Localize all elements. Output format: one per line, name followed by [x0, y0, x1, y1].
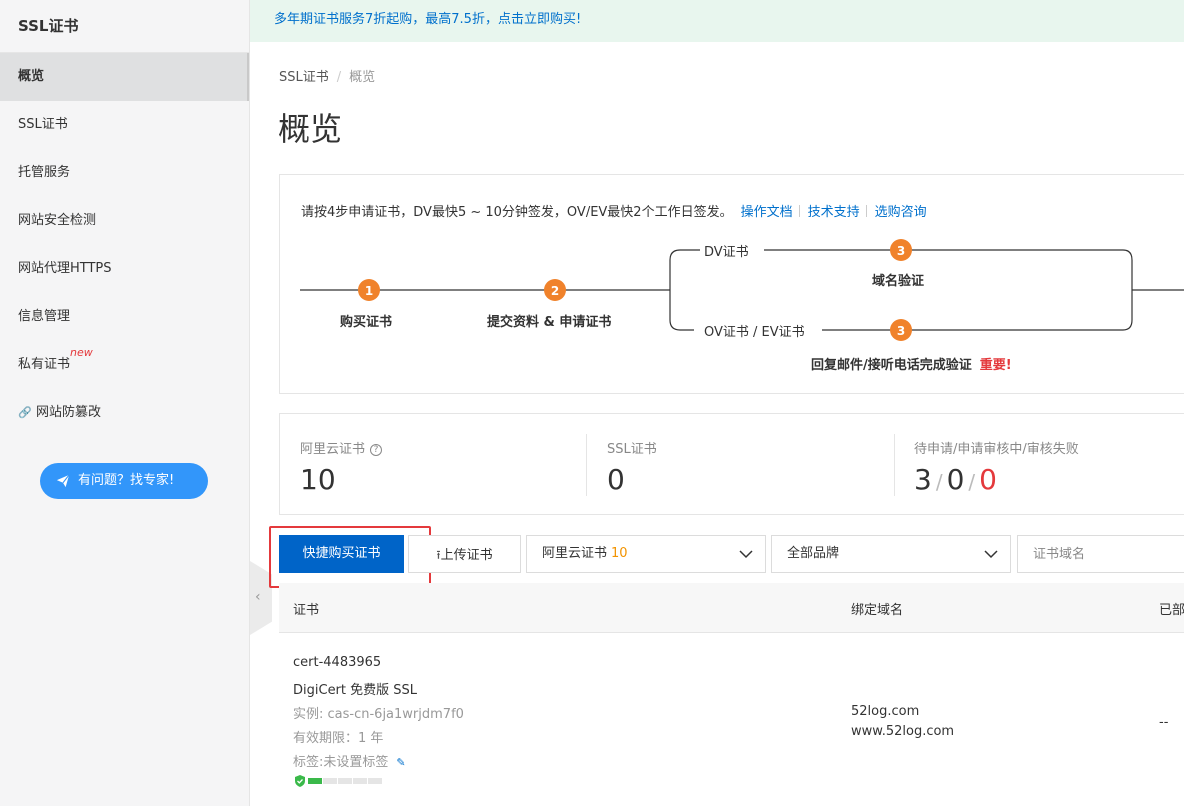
- cert-type-count: 10: [611, 546, 628, 561]
- breadcrumb-current: 概览: [349, 70, 376, 85]
- sidebar-item-managed-service[interactable]: 托管服务: [0, 149, 249, 197]
- table-header: 证书 绑定域名 已部: [279, 583, 1184, 633]
- column-header-domain: 绑定域名: [851, 603, 904, 618]
- step1-label: 购买证书: [340, 315, 393, 330]
- dv-branch-label: DV证书: [700, 241, 753, 260]
- quick-buy-button[interactable]: 快捷购买证书: [279, 535, 404, 573]
- stat-pending: 待申请/申请审核中/审核失败 3/0/0: [914, 438, 1079, 496]
- stat-ssl-label: SSL证书: [607, 442, 657, 457]
- stat-aliyun: 阿里云证书? 10: [300, 438, 383, 496]
- new-badge: new: [70, 346, 93, 359]
- sidebar-item-anti-tamper[interactable]: 🔗 网站防篡改: [0, 389, 249, 437]
- chevron-down-icon: [739, 550, 753, 559]
- slash-separator: /: [935, 470, 943, 494]
- step2-label: 提交资料 & 申请证书: [487, 315, 612, 330]
- column-header-deployed: 已部: [1159, 603, 1184, 618]
- deployed-status: --: [1159, 715, 1169, 730]
- sidebar-title: SSL证书: [0, 0, 249, 53]
- brand-select[interactable]: 全部品牌: [771, 535, 1011, 573]
- main-content: 多年期证书服务7折起购，最高7.5折，点击立即购买! SSL证书 / 概览 概览 请…: [250, 0, 1184, 806]
- steps-flow-diagram: 1 2 3 3: [300, 239, 1184, 341]
- step3-ov-number: 3: [897, 324, 905, 338]
- bound-domain: www.52log.com: [851, 724, 955, 739]
- ov-branch-label: OV证书 / EV证书: [700, 321, 809, 340]
- brand-value: 全部品牌: [787, 546, 840, 561]
- strength-segment: [323, 778, 337, 784]
- promo-banner[interactable]: 多年期证书服务7折起购，最高7.5折，点击立即购买!: [250, 0, 1184, 42]
- stat-pending-value: 3/0/0: [914, 463, 1079, 496]
- stat-aliyun-value: 10: [300, 463, 336, 496]
- sidebar-item-private-cert[interactable]: 私有证书 new: [0, 341, 249, 389]
- failed-count[interactable]: 0: [979, 463, 997, 496]
- cert-id[interactable]: cert-4483965: [293, 655, 381, 670]
- cert-instance: 实例: cas-cn-6ja1wrjdm7f0: [293, 707, 464, 722]
- breadcrumb-separator: /: [336, 70, 342, 85]
- shield-check-icon: [295, 775, 305, 787]
- sidebar-item-site-security-check[interactable]: 网站安全检测: [0, 197, 249, 245]
- ask-expert-button[interactable]: 有问题？找专家!: [40, 463, 208, 499]
- upload-label: 上传证书: [440, 548, 493, 563]
- table-row: cert-4483965 DigiCert 免费版 SSL 实例: cas-cn…: [279, 633, 1184, 806]
- step2-number: 2: [551, 284, 559, 298]
- stat-pending-label: 待申请/申请审核中/审核失败: [914, 442, 1079, 457]
- ov-step-label: 回复邮件/接听电话完成验证 重要!: [811, 354, 1012, 373]
- ov-step-text: 回复邮件/接听电话完成验证: [811, 358, 972, 373]
- sidebar-item-ssl-cert[interactable]: SSL证书: [0, 101, 249, 149]
- domain-search-input[interactable]: [1017, 535, 1184, 573]
- cert-type-select[interactable]: 阿里云证书 10: [526, 535, 766, 573]
- strength-segment: [308, 778, 322, 784]
- breadcrumb: SSL证书 / 概览: [279, 66, 375, 85]
- security-strength: [294, 775, 383, 787]
- reviewing-count[interactable]: 0: [947, 463, 965, 496]
- column-header-cert: 证书: [293, 603, 320, 618]
- cert-name: DigiCert 免费版 SSL: [293, 683, 418, 698]
- stat-divider: [894, 434, 895, 496]
- step3-dv-number: 3: [897, 244, 905, 258]
- external-link-icon: 🔗: [18, 406, 32, 419]
- strength-segment: [368, 778, 382, 784]
- cert-tag-text: 标签:未设置标签: [293, 755, 389, 770]
- breadcrumb-ssl[interactable]: SSL证书: [279, 70, 329, 85]
- paper-plane-icon: [56, 474, 70, 488]
- stat-divider: [586, 434, 587, 496]
- sidebar-item-proxy-https[interactable]: 网站代理HTTPS: [0, 245, 249, 293]
- bound-domain: 52log.com: [851, 704, 920, 719]
- stat-ssl-value: 0: [607, 463, 625, 496]
- page-title: 概览: [278, 110, 343, 148]
- pending-apply-count[interactable]: 3: [914, 463, 932, 496]
- ask-expert-label: 有问题？找专家!: [78, 473, 175, 488]
- stats-panel: 阿里云证书? 10 SSL证书 0 待申请/申请审核中/审核失败 3/0/0: [279, 413, 1184, 515]
- cert-validity: 有效期限：1 年: [293, 731, 384, 746]
- sidebar: SSL证书 概览 SSL证书 托管服务 网站安全检测 网站代理HTTPS 信息管…: [0, 0, 250, 806]
- upload-cert-button[interactable]: ⭱上传证书: [408, 535, 521, 573]
- chevron-down-icon: [984, 550, 998, 559]
- edit-icon[interactable]: ✎: [396, 756, 405, 769]
- strength-segment: [353, 778, 367, 784]
- step1-number: 1: [365, 284, 373, 298]
- sidebar-item-label: 私有证书: [18, 357, 71, 372]
- dv-step-label: 域名验证: [872, 274, 925, 289]
- slash-separator: /: [968, 470, 976, 494]
- stat-ssl: SSL证书 0: [607, 438, 657, 496]
- sidebar-item-label: 网站防篡改: [36, 405, 102, 420]
- important-badge: 重要!: [979, 358, 1012, 373]
- cert-type-value: 阿里云证书: [542, 546, 608, 561]
- cert-tag: 标签:未设置标签 ✎: [293, 751, 406, 770]
- stat-aliyun-text: 阿里云证书: [300, 442, 366, 457]
- sidebar-item-info-management[interactable]: 信息管理: [0, 293, 249, 341]
- stat-aliyun-label: 阿里云证书?: [300, 438, 383, 457]
- sidebar-item-overview[interactable]: 概览: [0, 53, 249, 101]
- strength-segment: [338, 778, 352, 784]
- help-circle-icon[interactable]: ?: [370, 444, 383, 456]
- steps-panel: 请按4步申请证书，DV最快5 ~ 10分钟签发，OV/EV最快2个工作日签发。操…: [279, 174, 1184, 394]
